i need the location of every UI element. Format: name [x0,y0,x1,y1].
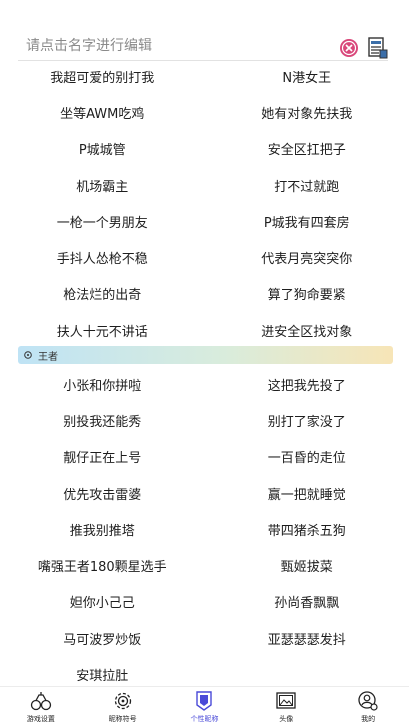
badge-icon [196,691,213,711]
nickname-item[interactable]: 枪法烂的出奇 [0,276,205,312]
nickname-item[interactable]: 算了狗命要紧 [205,276,409,312]
nickname-item[interactable]: N港女王 [205,64,409,94]
search-input[interactable] [18,31,388,61]
nickname-grid-pubg: 我超可爱的别打我 N港女王 坐等AWM吃鸡 她有对象先扶我 P城城管 安全区扛把子 机场霸主… [0,64,409,348]
nickname-item[interactable]: 我超可爱的别打我 [0,64,205,94]
nickname-item[interactable]: P城城管 [0,131,205,167]
user-icon [358,691,378,711]
nickname-list: 我超可爱的别打我 N港女王 坐等AWM吃鸡 她有对象先扶我 P城城管 安全区扛把子 机场霸主… [0,64,409,686]
nickname-item[interactable]: 打不过就跑 [205,167,409,203]
nickname-item[interactable]: 一枪一个男朋友 [0,203,205,239]
nickname-item[interactable]: 推我别推塔 [0,511,205,547]
nickname-item[interactable]: 安全区扛把子 [205,131,409,167]
nickname-item [205,656,409,686]
section-icon [24,351,32,359]
tab-custom-nickname[interactable]: 个性昵称 [164,687,246,728]
document-icon[interactable] [368,37,388,59]
gamepad-icon [30,692,52,711]
nickname-item[interactable]: 优先攻击雷婆 [0,475,205,511]
nickname-item[interactable]: 扶人十元不讲话 [0,312,205,348]
image-icon [276,692,296,709]
section-header-wangzhe: 王者 [18,346,393,364]
section-title: 王者 [38,351,58,363]
tab-game-settings[interactable]: 游戏设置 [0,687,82,728]
nickname-item[interactable]: 甄姬拔菜 [205,547,409,583]
nickname-item[interactable]: 小张和你拼啦 [0,366,205,402]
nickname-item[interactable]: P城我有四套房 [205,203,409,239]
tab-avatar[interactable]: 头像 [245,687,327,728]
nickname-item[interactable]: 亚瑟瑟瑟发抖 [205,620,409,656]
nickname-item[interactable]: 马可波罗炒饭 [0,620,205,656]
nickname-item[interactable]: 妲你小己己 [0,584,205,620]
nickname-item[interactable]: 代表月亮突突你 [205,239,409,275]
tab-label: 游戏设置 [26,715,55,723]
nickname-item[interactable]: 进安全区找对象 [205,312,409,348]
nickname-item[interactable]: 别投我还能秀 [0,402,205,438]
nickname-item[interactable]: 安琪拉肚 [0,656,205,686]
tab-label: 头像 [279,715,294,723]
nickname-item[interactable]: 她有对象先扶我 [205,94,409,130]
nickname-item[interactable]: 这把我先投了 [205,366,409,402]
tab-nickname-symbols[interactable]: 昵称符号 [82,687,164,728]
gear-icon [114,692,131,710]
nickname-item[interactable]: 靓仔正在上号 [0,439,205,475]
nickname-item[interactable]: 孙尚香飘飘 [205,584,409,620]
tab-label: 昵称符号 [108,715,137,723]
nickname-item[interactable]: 机场霸主 [0,167,205,203]
tab-profile[interactable]: 我的 [327,687,409,728]
nickname-item[interactable]: 坐等AWM吃鸡 [0,94,205,130]
bottom-tab-bar: 游戏设置 昵称符号 个性昵称 头像 我的 [0,686,409,728]
nickname-item[interactable]: 手抖人怂枪不稳 [0,239,205,275]
clear-icon[interactable] [339,38,359,58]
nickname-item[interactable]: 一百昏的走位 [205,439,409,475]
tab-label: 我的 [361,715,376,723]
nickname-grid-wangzhe: 小张和你拼啦 这把我先投了 别投我还能秀 别打了家没了 靓仔正在上号 一百昏的走位 优先攻击… [0,366,409,686]
nickname-item[interactable]: 带四猪杀五狗 [205,511,409,547]
nickname-item[interactable]: 别打了家没了 [205,402,409,438]
search-bar [0,0,409,64]
nickname-item[interactable]: 嘴强王者180颗星选手 [0,547,205,583]
tab-label: 个性昵称 [190,715,219,723]
nickname-item[interactable]: 赢一把就睡觉 [205,475,409,511]
